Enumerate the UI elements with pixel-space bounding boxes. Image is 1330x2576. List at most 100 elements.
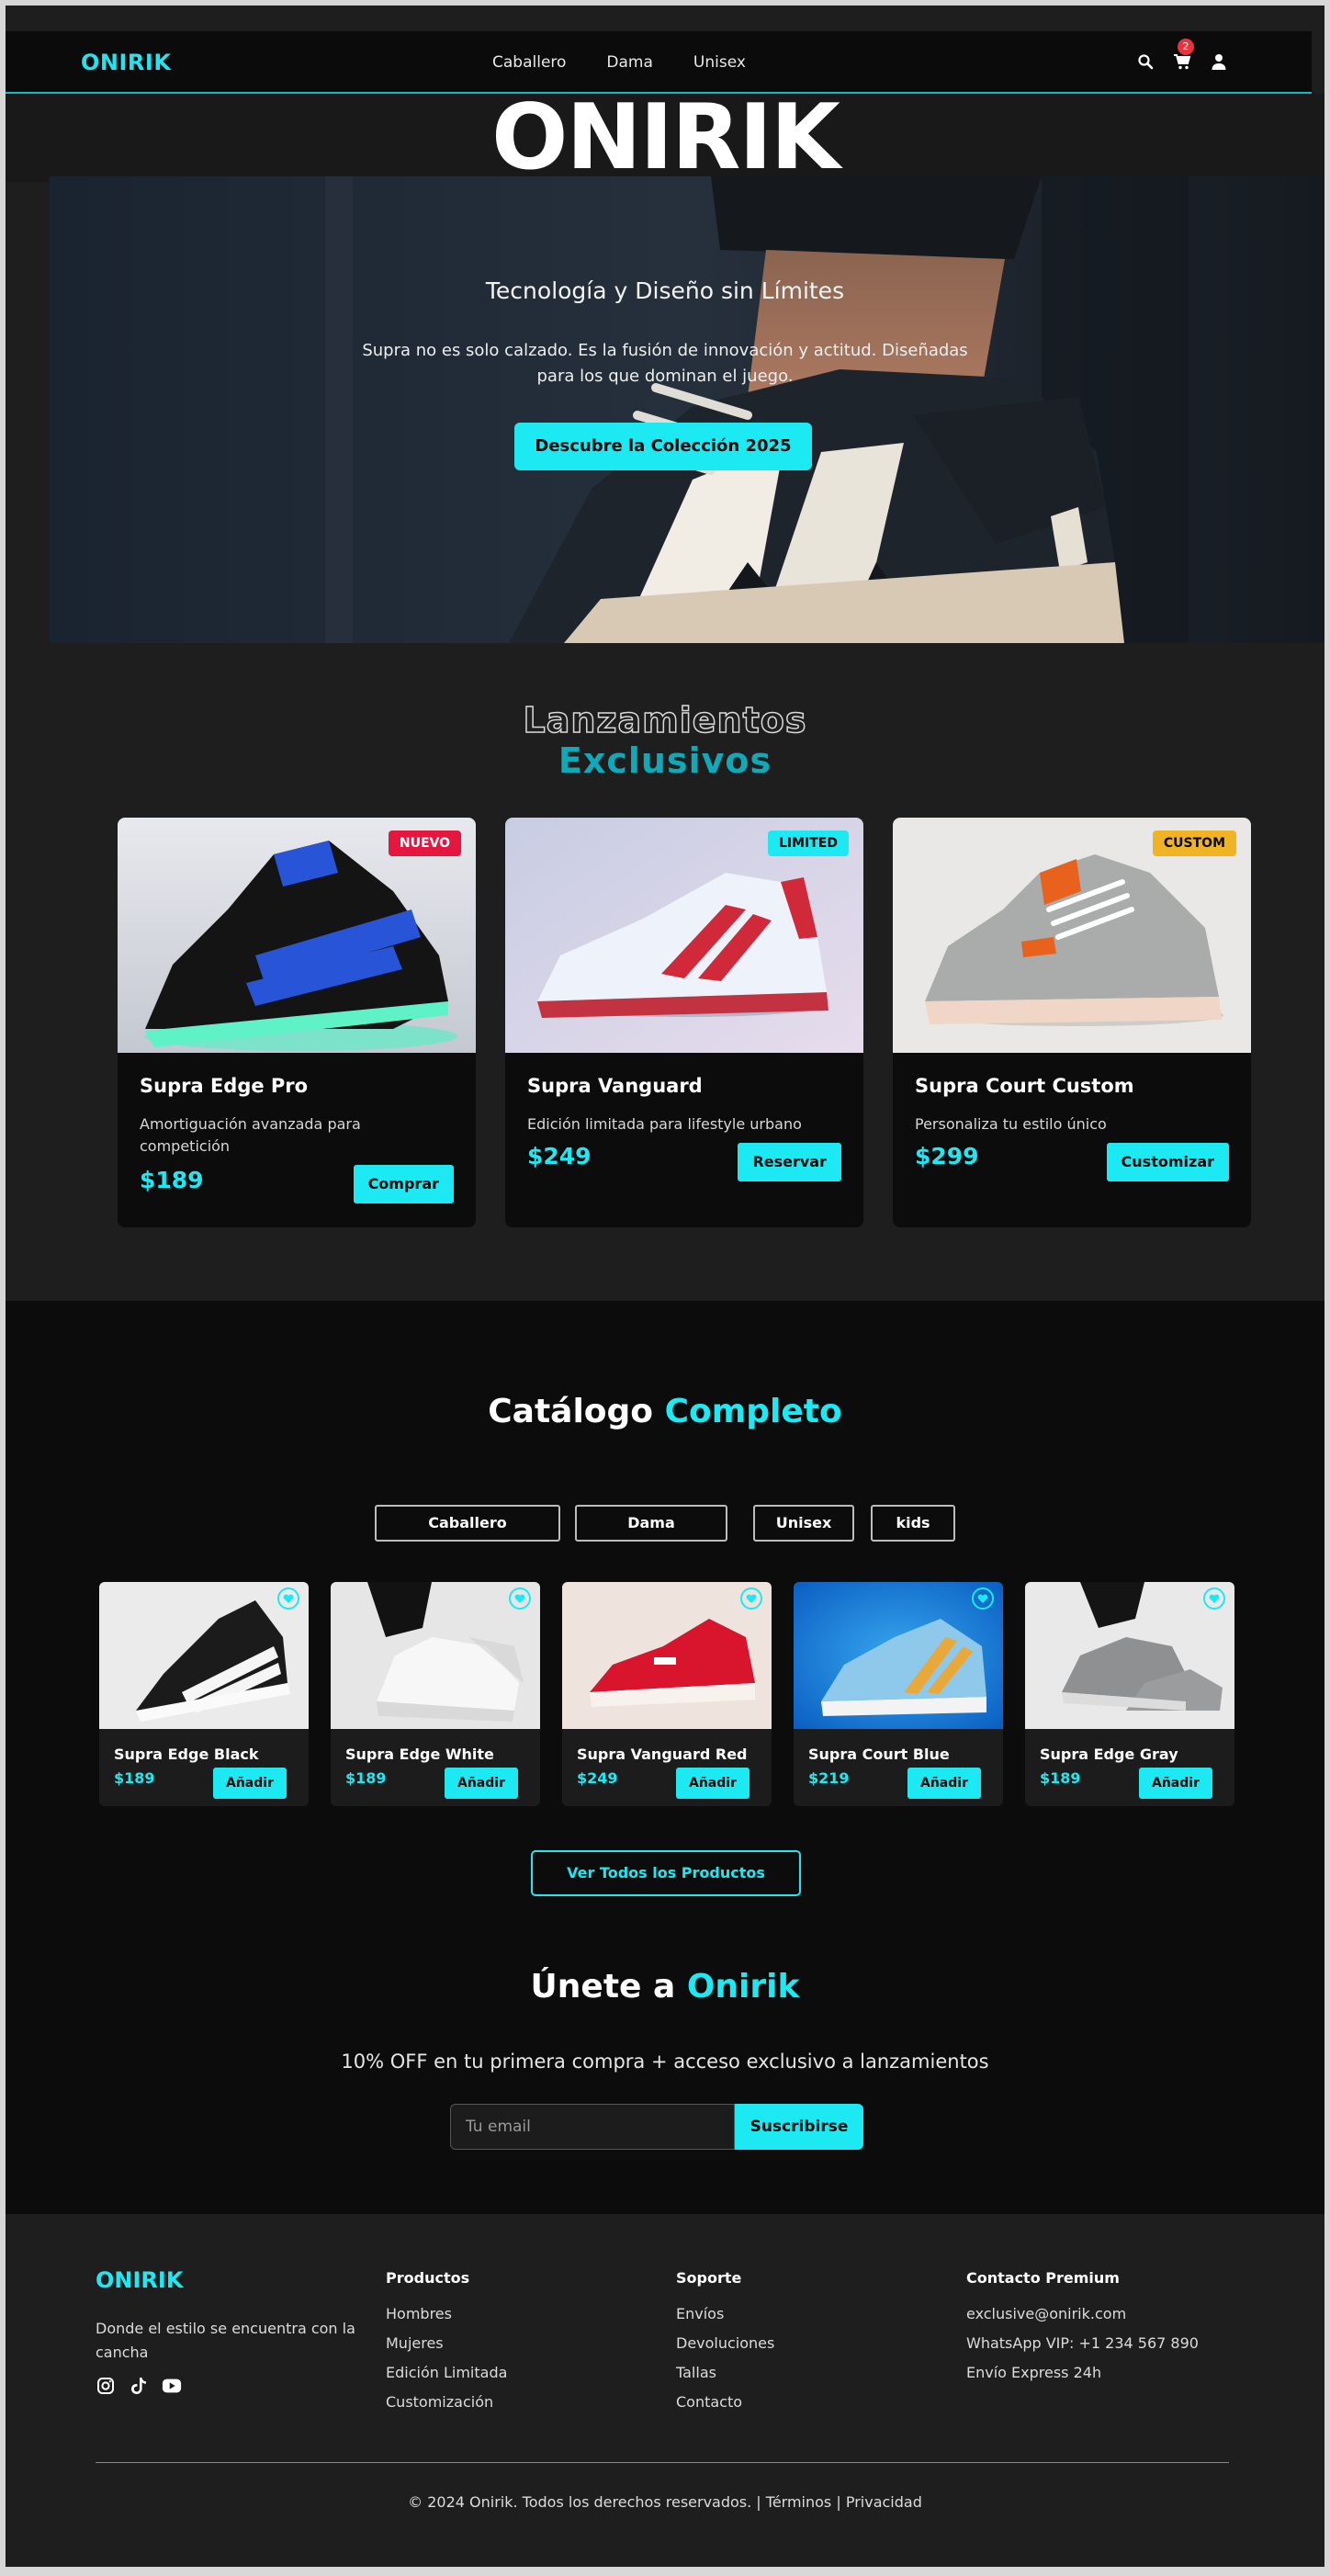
product-price: $219 <box>808 1769 850 1787</box>
product-badge: CUSTOM <box>1152 830 1236 856</box>
footer-logo[interactable]: ONIRIK <box>96 2267 183 2293</box>
product-badge: NUEVO <box>388 830 461 856</box>
favorite-heart-icon[interactable] <box>972 1587 994 1610</box>
footer-link[interactable]: Envíos <box>676 2305 774 2334</box>
product-price: $249 <box>527 1143 592 1169</box>
product-image <box>794 1582 1003 1729</box>
add-to-cart-button[interactable]: Añadir <box>1139 1768 1212 1799</box>
footer: ONIRIK Donde el estilo se encuentra con … <box>6 2214 1324 2567</box>
product-name: Supra Vanguard Red <box>577 1746 748 1763</box>
nav-link-unisex[interactable]: Unisex <box>693 53 746 72</box>
filter-dama[interactable]: Dama <box>575 1505 727 1542</box>
catalog-title-b: Completo <box>664 1393 842 1430</box>
product-price: $189 <box>1040 1769 1081 1787</box>
footer-contact-email[interactable]: exclusive@onirik.com <box>966 2305 1199 2334</box>
footer-link[interactable]: Hombres <box>386 2305 507 2334</box>
favorite-heart-icon[interactable] <box>1203 1587 1225 1610</box>
footer-link[interactable]: Customización <box>386 2393 507 2423</box>
footer-contact-whatsapp[interactable]: WhatsApp VIP: +1 234 567 890 <box>966 2334 1199 2364</box>
product-card[interactable]: Supra Edge Black $189 Añadir <box>99 1582 309 1806</box>
footer-link[interactable]: Devoluciones <box>676 2334 774 2364</box>
brand-title: ONIRIK <box>491 85 840 190</box>
catalog-title-a: Catálogo <box>488 1393 654 1430</box>
footer-column-title: Contacto Premium <box>966 2269 1120 2287</box>
product-description: Personaliza tu estilo único <box>915 1115 1107 1133</box>
nav-icons: 2 <box>1135 39 1229 72</box>
newsletter-title: Únete a Onirik <box>6 1968 1324 2005</box>
filter-caballero[interactable]: Caballero <box>375 1505 560 1542</box>
social-links <box>96 2376 182 2396</box>
footer-column-title: Productos <box>386 2269 470 2287</box>
product-name: Supra Court Custom <box>915 1075 1134 1097</box>
product-name: Supra Vanguard <box>527 1075 703 1097</box>
cart-icon[interactable]: 2 <box>1172 39 1194 72</box>
product-image <box>562 1582 772 1729</box>
footer-contact-shipping: Envío Express 24h <box>966 2364 1102 2381</box>
newsletter-title-a: Únete a <box>530 1968 676 2005</box>
favorite-heart-icon[interactable] <box>277 1587 299 1610</box>
product-price: $189 <box>345 1769 387 1787</box>
footer-link[interactable]: Contacto <box>676 2393 774 2423</box>
search-icon[interactable] <box>1135 51 1155 72</box>
filter-kids[interactable]: kids <box>871 1505 955 1542</box>
product-name: Supra Edge White <box>345 1746 494 1763</box>
launches-title-line1: Lanzamientos <box>523 699 807 741</box>
product-card[interactable]: Supra Edge White $189 Añadir <box>331 1582 540 1806</box>
tiktok-icon[interactable] <box>129 2376 149 2396</box>
product-price: $249 <box>577 1769 618 1787</box>
product-description: Amortiguación avanzada para competición <box>140 1115 361 1155</box>
cart-count-badge: 2 <box>1178 39 1194 55</box>
filter-unisex[interactable]: Unisex <box>753 1505 854 1542</box>
hero-subtitle: Supra no es solo calzado. Es la fusión d… <box>362 341 968 386</box>
footer-tagline: Donde el estilo se encuentra con la canc… <box>96 2320 355 2361</box>
youtube-icon[interactable] <box>162 2376 182 2396</box>
footer-column-support: Soporte Envíos Devoluciones Tallas Conta… <box>676 2269 774 2423</box>
product-image <box>1025 1582 1234 1729</box>
hero-title: Tecnología y Diseño sin Límites <box>485 277 845 304</box>
product-badge: LIMITED <box>767 830 849 856</box>
reserve-button[interactable]: Reservar <box>738 1143 841 1181</box>
favorite-heart-icon[interactable] <box>509 1587 531 1610</box>
hero-sneaker-image <box>50 176 1324 643</box>
product-name: Supra Edge Gray <box>1040 1746 1178 1763</box>
add-to-cart-button[interactable]: Añadir <box>676 1768 750 1799</box>
add-to-cart-button[interactable]: Añadir <box>445 1768 518 1799</box>
footer-column-title: Soporte <box>676 2269 742 2287</box>
buy-button[interactable]: Comprar <box>353 1165 454 1203</box>
customize-button[interactable]: Customizar <box>1106 1143 1229 1181</box>
footer-divider <box>96 2462 1229 2463</box>
footer-link[interactable]: Mujeres <box>386 2334 507 2364</box>
hero-cta-button[interactable]: Descubre la Colección 2025 <box>514 423 812 470</box>
subscribe-button[interactable]: Suscribirse <box>735 2104 863 2150</box>
user-icon[interactable] <box>1209 51 1229 72</box>
view-all-products-button[interactable]: Ver Todos los Productos <box>531 1850 801 1896</box>
email-input[interactable] <box>450 2104 735 2150</box>
product-price: $299 <box>915 1143 979 1169</box>
product-card[interactable]: Supra Court Blue $219 Añadir <box>794 1582 1003 1806</box>
launches-title-line2: Exclusivos <box>558 740 772 781</box>
nav-link-dama[interactable]: Dama <box>606 53 653 72</box>
product-name: Supra Court Blue <box>808 1746 950 1763</box>
product-card[interactable]: Supra Vanguard Red $249 Añadir <box>562 1582 772 1806</box>
add-to-cart-button[interactable]: Añadir <box>907 1768 981 1799</box>
nav-links: Caballero Dama Unisex <box>492 53 786 72</box>
add-to-cart-button[interactable]: Añadir <box>213 1768 287 1799</box>
nav-logo[interactable]: ONIRIK <box>81 50 171 75</box>
instagram-icon[interactable] <box>96 2376 116 2396</box>
footer-link[interactable]: Tallas <box>676 2364 774 2393</box>
featured-product-card: CUSTOM Supra Court Custom Personaliza tu… <box>893 818 1251 1227</box>
top-navbar: ONIRIK Caballero Dama Unisex 2 <box>6 31 1312 94</box>
product-name: Supra Edge Black <box>114 1746 259 1763</box>
catalog-section: Catálogo Completo Caballero Dama Unisex … <box>6 1301 1324 2220</box>
footer-link[interactable]: Edición Limitada <box>386 2364 507 2393</box>
product-price: $189 <box>114 1769 155 1787</box>
product-card[interactable]: Supra Edge Gray $189 Añadir <box>1025 1582 1234 1806</box>
favorite-heart-icon[interactable] <box>740 1587 762 1610</box>
newsletter-subtitle: 10% OFF en tu primera compra + acceso ex… <box>341 2051 989 2073</box>
nav-link-caballero[interactable]: Caballero <box>492 53 566 72</box>
newsletter-title-b: Onirik <box>686 1968 800 2005</box>
product-image <box>331 1582 540 1729</box>
product-image <box>99 1582 309 1729</box>
product-price: $189 <box>140 1167 204 1193</box>
footer-column-products: Productos Hombres Mujeres Edición Limita… <box>386 2269 507 2423</box>
